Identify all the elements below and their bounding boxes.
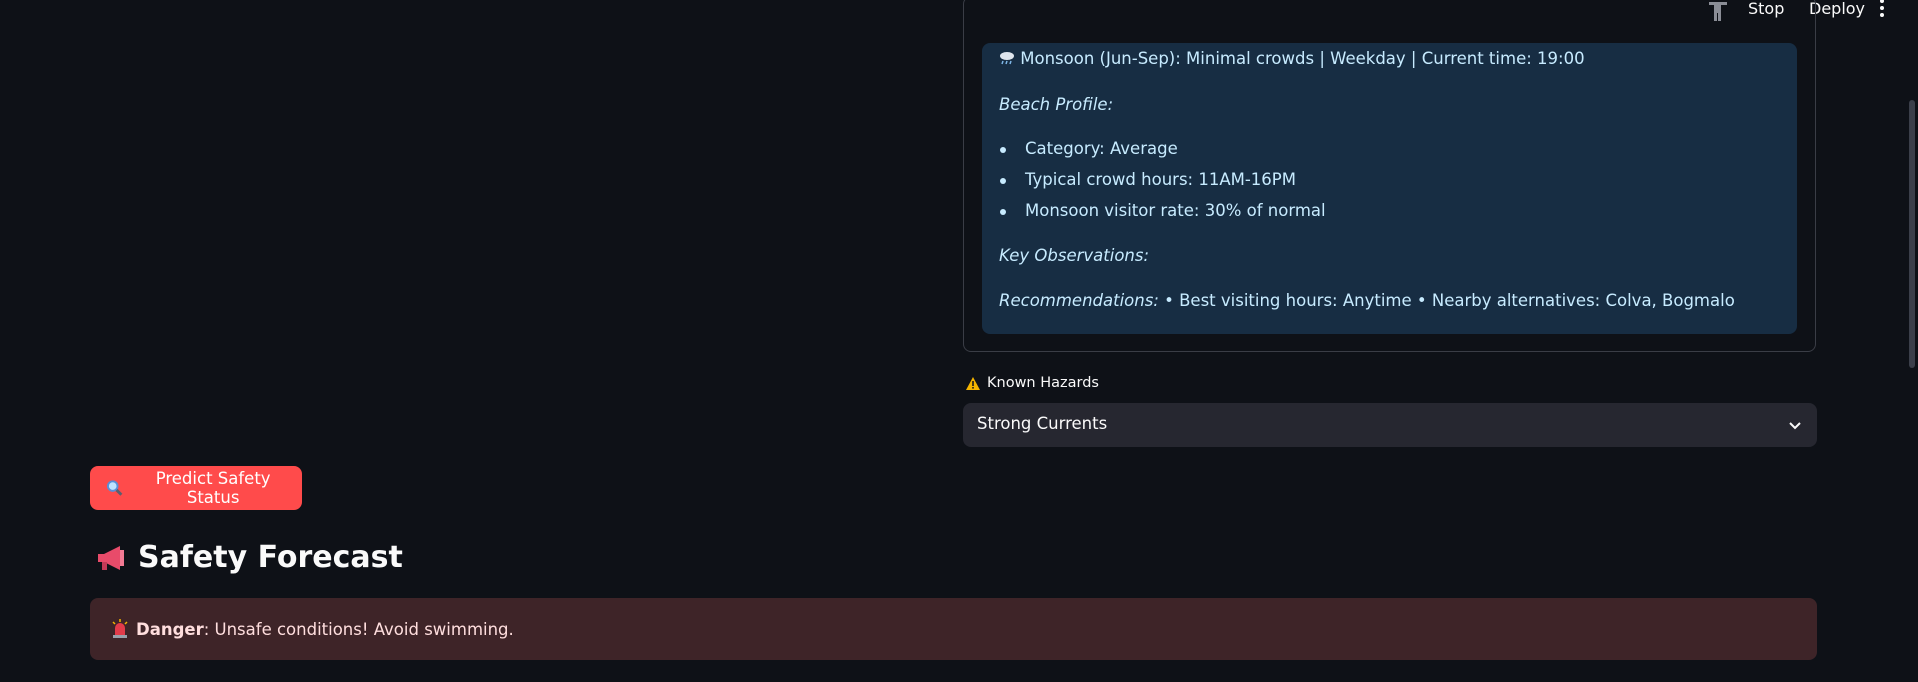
megaphone-icon [98, 545, 124, 570]
rain-cloud-icon [1000, 52, 1014, 65]
recommendations-line: Recommendations: • Best visiting hours: … [999, 291, 1735, 310]
danger-alert-text: Danger: Unsafe conditions! Avoid swimmin… [136, 620, 514, 639]
deploy-button[interactable]: Deploy [1809, 0, 1865, 18]
recommendations-heading: Recommendations: [999, 291, 1159, 310]
bullet-dot [1000, 178, 1006, 184]
forecast-title: Safety Forecast [138, 540, 403, 575]
hazards-select[interactable]: Strong Currents [963, 403, 1817, 447]
predict-safety-label: Predict Safety Status [155, 469, 271, 507]
profile-item: Typical crowd hours: 11AM-16PM [1025, 170, 1296, 189]
warning-icon [966, 376, 980, 390]
season-line: Monsoon (Jun-Sep): Minimal crowds | Week… [999, 49, 1585, 68]
recommendations-text: • Best visiting hours: Anytime • Nearby … [1158, 291, 1735, 310]
danger-message: : Unsafe conditions! Avoid swimming. [203, 619, 514, 639]
season-text: Monsoon (Jun-Sep): Minimal crowds | Week… [1020, 49, 1585, 68]
chevron-down-icon [1789, 422, 1801, 430]
profile-heading: Beach Profile: [999, 95, 1114, 114]
beach-info-box: Monsoon (Jun-Sep): Minimal crowds | Week… [982, 43, 1797, 334]
predict-safety-button[interactable]: Predict Safety Status [90, 466, 302, 510]
siren-icon [112, 619, 128, 638]
observations-heading: Key Observations: [999, 246, 1150, 265]
danger-alert: Danger: Unsafe conditions! Avoid swimmin… [90, 598, 1817, 660]
forecast-heading: Safety Forecast [94, 540, 403, 575]
bullet-dot [1000, 147, 1006, 153]
more-options-icon[interactable] [1874, 0, 1890, 18]
hazards-label-text: Known Hazards [987, 375, 1099, 391]
magnifier-icon [106, 480, 123, 496]
profile-item: Category: Average [1025, 139, 1178, 158]
hazards-selected-value: Strong Currents [977, 414, 1108, 433]
bullet-dot [1000, 209, 1006, 215]
danger-strong: Danger [136, 619, 204, 639]
profile-item: Monsoon visitor rate: 30% of normal [1025, 201, 1326, 220]
page-scrollbar[interactable] [1909, 100, 1915, 368]
hazards-label: Known Hazards [965, 375, 1099, 391]
